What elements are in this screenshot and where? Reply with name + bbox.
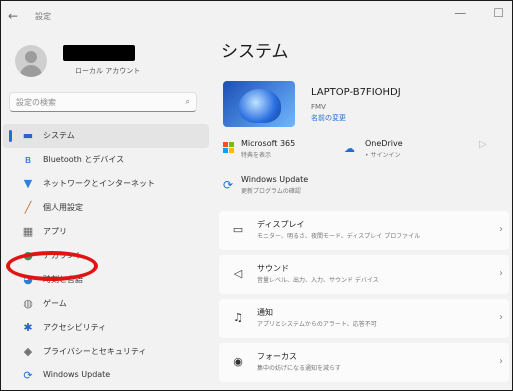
shield-icon: ◆ [23,345,33,358]
highlight-annotation [6,251,98,281]
monitor-icon: ▬ [22,129,34,142]
search-icon: ⌕ [185,97,190,106]
search-input[interactable]: 設定の検索 [16,97,56,108]
chevron-right-icon: › [499,312,503,323]
bell-icon: ♫ [233,311,243,324]
sidebar-item-label: Bluetooth とデバイス [43,155,125,164]
settings-card-2[interactable]: ♫ 通知アプリとシステムからのアラート、応答不可 › [219,299,509,338]
active-indicator [9,130,12,142]
gamepad-icon: ◍ [23,297,33,310]
sidebar-item-label: ネットワークとインターネット [43,179,155,188]
sidebar-item-label: アプリ [43,227,67,236]
sidebar-item-2[interactable]: ▼ ネットワークとインターネット [3,172,209,196]
wifi-icon: ▼ [23,177,33,190]
sidebar-item-7[interactable]: ◍ ゲーム [3,292,209,316]
avatar [15,45,47,77]
microsoft-365-title: Microsoft 365 [241,139,296,148]
sidebar-item-4[interactable]: ▦ アプリ [3,220,209,244]
maximize-button[interactable]: ☐ [493,6,504,20]
windows-update-icon: ⟳ [23,369,33,382]
onedrive-tile[interactable]: OneDrive • サインイン [365,139,403,159]
onedrive-title: OneDrive [365,139,403,148]
window-title: 設定 [35,12,51,21]
redacted-username [63,45,135,61]
settings-card-0[interactable]: ▭ ディスプレイモニター、明るさ、夜間モード、ディスプレイ プロファイル › [219,211,509,250]
settings-window: ← 設定 — ☐ ローカル アカウント 設定の検索 ⌕ ▬ システム ʙ Blueto… [0,0,513,391]
sidebar-item-label: ゲーム [43,299,67,308]
card-subtitle: 音量レベル、出力、入力、サウンド デバイス [257,277,379,284]
page-title: システム [221,42,289,62]
window-controls: — ☐ [454,6,504,20]
sidebar-item-label: Windows Update [43,370,111,379]
onedrive-sub: • サインイン [365,152,401,159]
apps-icon: ▦ [22,225,34,238]
sidebar-item-1[interactable]: ʙ Bluetooth とデバイス [3,148,209,172]
sidebar-item-label: システム [43,131,75,140]
card-subtitle: モニター、明るさ、夜間モード、ディスプレイ プロファイル [257,233,421,240]
sidebar-item-label: 個人用設定 [43,203,83,212]
sidebar-item-10[interactable]: ⟳ Windows Update [3,364,209,388]
brush-icon: ╱ [24,201,32,214]
user-profile[interactable]: ローカル アカウント [15,45,205,85]
display-icon: ▭ [232,223,244,236]
onedrive-icon: ☁ [344,142,355,155]
focus-icon: ◉ [233,355,243,368]
main-content: システム LAPTOP-B7FIOHDJ FMV 名前の変更 Microsoft… [211,31,512,390]
microsoft-365-sub: 特典を表示 [241,152,272,159]
bluetooth-icon: ʙ [24,153,32,166]
chevron-right-icon: › [499,356,503,367]
windows-update-title: Windows Update [241,175,309,184]
device-model: FMV [311,103,326,111]
card-subtitle: アプリとシステムからのアラート、応答不可 [257,321,377,328]
account-type-label: ローカル アカウント [75,67,141,75]
card-title: フォーカス [257,352,297,361]
settings-card-3[interactable]: ◉ フォーカス集中の妨げになる通知を減らす › [219,343,509,382]
sidebar-item-label: アクセシビリティ [43,323,107,332]
speaker-icon: ◁ [233,267,243,280]
sidebar-item-3[interactable]: ╱ 個人用設定 [3,196,209,220]
back-arrow-icon[interactable]: ← [8,9,18,23]
microsoft-365-icon [223,142,234,153]
card-subtitle: 集中の妨げになる通知を減らす [257,365,341,372]
minimize-button[interactable]: — [454,6,466,20]
settings-cards: ▭ ディスプレイモニター、明るさ、夜間モード、ディスプレイ プロファイル › ◁ サウン… [219,211,509,387]
windows-update-sub: 更新プログラムの確認 [241,188,301,195]
title-bar: ← 設定 — ☐ [1,1,512,31]
card-title: 通知 [257,308,273,317]
microsoft-365-tile[interactable]: Microsoft 365 特典を表示 [241,139,295,159]
device-name: LAPTOP-B7FIOHDJ [311,87,401,98]
chevron-right-icon: › [499,268,503,279]
windows-update-icon: ⟳ [223,178,234,192]
card-title: ディスプレイ [257,220,305,229]
mouse-cursor-icon: ▷ [479,139,487,150]
rename-link[interactable]: 名前の変更 [311,113,346,123]
settings-search-box[interactable]: 設定の検索 ⌕ [9,92,197,112]
sidebar-item-9[interactable]: ◆ プライバシーとセキュリティ [3,340,209,364]
windows-update-tile[interactable]: Windows Update 更新プログラムの確認 [241,175,308,195]
settings-card-1[interactable]: ◁ サウンド音量レベル、出力、入力、サウンド デバイス › [219,255,509,294]
sidebar-item-label: プライバシーとセキュリティ [43,347,147,356]
card-title: サウンド [257,264,289,273]
device-thumbnail [223,81,295,127]
sidebar-item-0[interactable]: ▬ システム [3,124,209,148]
sidebar: ローカル アカウント 設定の検索 ⌕ ▬ システム ʙ Bluetooth とデバイス… [1,31,211,390]
chevron-right-icon: › [499,224,503,235]
accessibility-icon: ✱ [23,321,33,334]
sidebar-item-8[interactable]: ✱ アクセシビリティ [3,316,209,340]
